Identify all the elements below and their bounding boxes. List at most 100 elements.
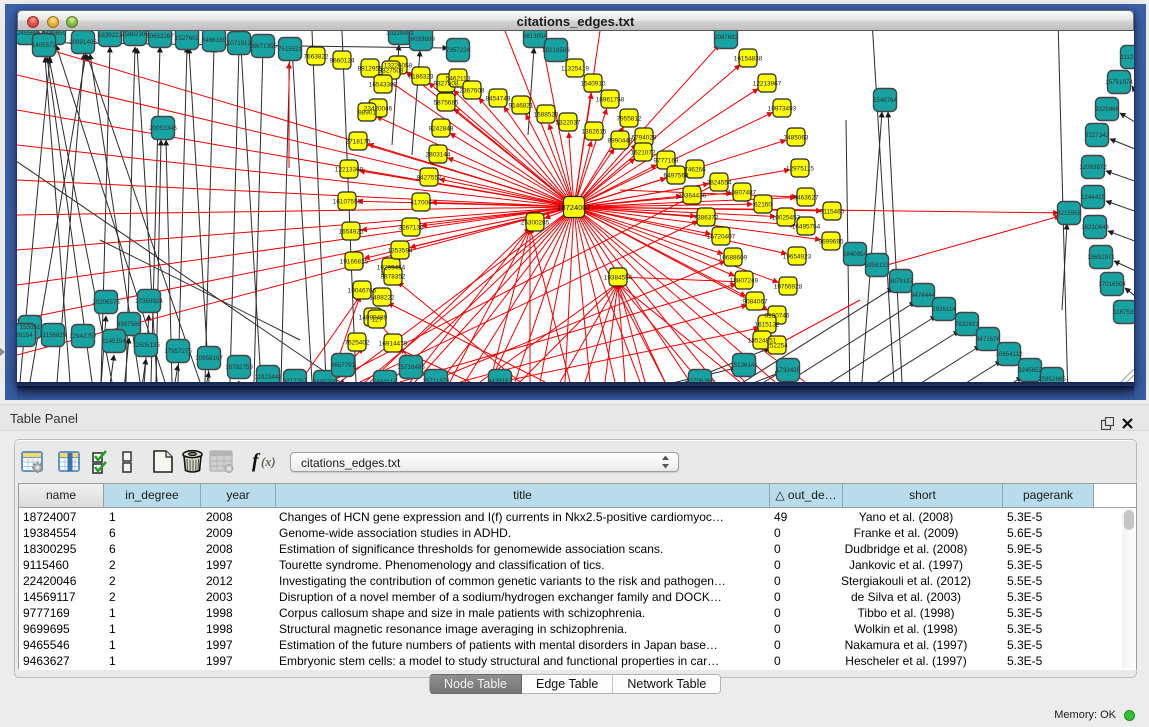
svg-text:(x): (x) [261, 455, 276, 469]
svg-text:9463627: 9463627 [794, 194, 819, 201]
svg-text:5462113: 5462113 [446, 75, 471, 82]
svg-text:7625402: 7625402 [345, 339, 370, 346]
svg-text:7357224: 7357224 [446, 47, 471, 54]
svg-text:8454749: 8454749 [486, 95, 511, 102]
svg-text:12213967: 12213967 [753, 80, 782, 87]
svg-text:1540910: 1540910 [581, 80, 606, 87]
svg-text:17957275: 17957275 [164, 348, 192, 355]
svg-text:1362615: 1362615 [582, 128, 607, 135]
svg-text:7515521: 7515521 [278, 46, 303, 53]
svg-text:9327508: 9327508 [379, 67, 404, 74]
svg-text:1588520: 1588520 [534, 111, 559, 118]
svg-text:9227342: 9227342 [1085, 132, 1110, 139]
svg-text:16107553: 16107553 [333, 198, 362, 205]
svg-text:5322037: 5322037 [556, 119, 581, 126]
svg-text:4735650: 4735650 [42, 31, 67, 37]
svg-text:1839221: 1839221 [98, 32, 123, 39]
svg-text:19384554: 19384554 [604, 274, 633, 281]
svg-text:9242848: 9242848 [429, 125, 454, 132]
svg-text:10688609: 10688609 [719, 254, 748, 261]
svg-text:10046766: 10046766 [348, 287, 377, 294]
svg-text:19299464: 19299464 [377, 264, 406, 271]
svg-text:6497568: 6497568 [664, 172, 689, 179]
svg-text:15751074: 15751074 [1105, 79, 1133, 86]
svg-text:20364436: 20364436 [678, 192, 707, 199]
svg-text:417006: 417006 [410, 199, 432, 206]
svg-text:18807249: 18807249 [730, 277, 759, 284]
svg-text:10807487: 10807487 [728, 189, 757, 196]
svg-text:252254: 252254 [766, 342, 788, 349]
svg-text:2718176: 2718176 [346, 138, 371, 145]
svg-text:12093872: 12093872 [1079, 164, 1107, 171]
svg-text:19654923: 19654923 [783, 253, 812, 260]
svg-text:16543382: 16543382 [369, 81, 398, 88]
svg-text:10958107: 10958107 [195, 355, 223, 362]
svg-text:25882305: 25882305 [121, 31, 149, 38]
svg-text:8489709: 8489709 [313, 379, 338, 382]
svg-text:1654925: 1654925 [339, 228, 364, 235]
svg-text:9474444: 9474444 [911, 292, 936, 299]
svg-text:11325419: 11325419 [561, 65, 589, 72]
svg-text:15136141: 15136141 [730, 362, 758, 369]
svg-text:1615132: 1615132 [755, 321, 780, 328]
svg-text:15716485: 15716485 [397, 364, 425, 371]
svg-text:2935114: 2935114 [932, 306, 956, 313]
svg-text:18724007: 18724007 [557, 203, 591, 212]
svg-text:9217207: 9217207 [283, 378, 308, 382]
svg-text:39154: 39154 [17, 332, 33, 339]
svg-text:9146821: 9146821 [509, 102, 534, 109]
svg-text:5875685: 5875685 [434, 99, 459, 106]
svg-text:12942757: 12942757 [69, 333, 97, 340]
svg-text:16033809: 16033809 [407, 36, 435, 43]
svg-text:17016504: 17016504 [1098, 281, 1126, 288]
svg-text:1640954: 1640954 [843, 251, 868, 258]
svg-text:12505135: 12505135 [132, 342, 160, 349]
svg-text:11923448: 11923448 [254, 374, 282, 381]
svg-text:9084067: 9084067 [743, 298, 768, 305]
svg-text:25711873: 25711873 [422, 378, 450, 382]
svg-text:1621072: 1621072 [631, 149, 656, 156]
svg-text:98901: 98901 [358, 109, 376, 116]
svg-text:20053346: 20053346 [149, 125, 177, 132]
svg-text:6794028: 6794028 [632, 134, 657, 141]
svg-text:19218506: 19218506 [542, 47, 570, 54]
svg-text:1498222: 1498222 [370, 294, 395, 301]
svg-text:1733426: 1733426 [776, 367, 801, 374]
svg-text:746266: 746266 [684, 166, 706, 173]
svg-text:16154838: 16154838 [734, 55, 763, 62]
svg-text:16914479: 16914479 [379, 340, 408, 347]
svg-text:7485063: 7485063 [784, 134, 809, 141]
svg-text:1244419: 1244419 [1081, 194, 1106, 201]
svg-text:8471676: 8471676 [976, 336, 1001, 343]
svg-text:9397586: 9397586 [117, 321, 142, 328]
svg-text:8186323: 8186323 [409, 73, 434, 80]
svg-text:1145194: 1145194 [102, 338, 126, 345]
svg-text:6120746: 6120746 [765, 312, 790, 319]
svg-text:8813054: 8813054 [523, 33, 548, 40]
svg-text:9777169: 9777169 [654, 157, 679, 164]
svg-text:4439167: 4439167 [488, 378, 513, 382]
svg-text:6879197: 6879197 [889, 278, 914, 285]
svg-text:12213369: 12213369 [335, 166, 364, 173]
svg-text:9329966: 9329966 [1095, 106, 1120, 113]
svg-text:2367608: 2367608 [460, 87, 485, 94]
svg-text:15720407: 15720407 [707, 233, 736, 240]
svg-text:127: 127 [372, 316, 383, 323]
svg-text:1167533: 1167533 [1113, 309, 1134, 316]
svg-text:8215955: 8215955 [1057, 210, 1082, 217]
svg-text:10973493: 10973493 [768, 105, 797, 112]
svg-text:5958123: 5958123 [865, 262, 890, 269]
svg-text:22455603: 22455603 [17, 31, 41, 37]
svg-text:7955812: 7955812 [617, 115, 642, 122]
svg-text:6466160: 6466160 [202, 37, 227, 44]
svg-text:10025453: 10025453 [772, 214, 801, 221]
svg-text:9699695: 9699695 [819, 238, 844, 245]
svg-text:7832621: 7832621 [955, 321, 980, 328]
svg-text:2803144: 2803144 [426, 151, 451, 158]
svg-text:20206576: 20206576 [92, 299, 120, 306]
svg-text:16961758: 16961758 [596, 96, 625, 103]
svg-text:9115460: 9115460 [820, 208, 845, 215]
svg-text:3267130: 3267130 [399, 224, 424, 231]
svg-text:15692971: 15692971 [1087, 254, 1115, 261]
svg-text:f: f [252, 450, 261, 472]
